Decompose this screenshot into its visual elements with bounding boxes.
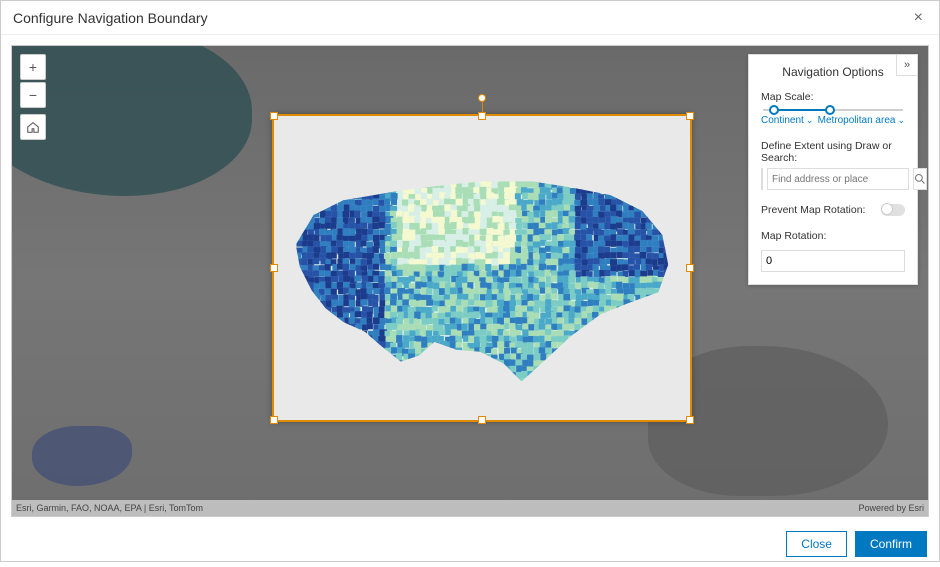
navigation-options-panel: Navigation Options Map Scale: Continent⌄…	[748, 54, 918, 285]
home-icon	[26, 120, 40, 134]
panel-collapse-button[interactable]: »	[896, 54, 918, 76]
land-shape	[11, 45, 252, 196]
chevron-down-icon: ⌄	[897, 115, 905, 125]
scale-slider-track[interactable]	[763, 109, 903, 111]
zoom-out-button[interactable]: −	[20, 82, 46, 108]
toggle-knob	[881, 203, 893, 215]
prevent-rotation-row: Prevent Map Rotation:	[761, 204, 905, 216]
panel-title: Navigation Options	[761, 65, 905, 79]
scale-max-dropdown[interactable]: Metropolitan area⌄	[818, 115, 905, 126]
choropleth-layer	[274, 116, 690, 421]
prevent-rotation-toggle[interactable]	[881, 204, 905, 216]
scale-min-dropdown[interactable]: Continent⌄	[761, 115, 813, 126]
map-rotation-input[interactable]	[761, 250, 905, 272]
draw-extent-button[interactable]	[761, 168, 763, 190]
attribution-sources: Esri, Garmin, FAO, NOAA, EPA | Esri, Tom…	[16, 503, 203, 513]
define-extent-label: Define Extent using Draw or Search:	[761, 140, 905, 164]
chevrons-right-icon: »	[904, 59, 910, 71]
confirm-button[interactable]: Confirm	[855, 531, 927, 557]
scale-min-label: Continent	[761, 115, 804, 126]
scale-labels: Continent⌄ Metropolitan area⌄	[761, 115, 905, 126]
configure-nav-boundary-dialog: Configure Navigation Boundary × + −	[0, 0, 940, 562]
extent-rectangle[interactable]	[272, 114, 692, 422]
home-button[interactable]	[20, 114, 46, 140]
search-input[interactable]	[767, 168, 909, 190]
scale-handle-min[interactable]	[769, 105, 779, 115]
search-icon	[914, 173, 926, 185]
chevron-down-icon: ⌄	[806, 115, 814, 125]
extent-search-row	[761, 168, 905, 190]
scale-handle-max[interactable]	[825, 105, 835, 115]
close-button[interactable]: Close	[786, 531, 847, 557]
map-viewport[interactable]: + −	[11, 45, 929, 517]
scale-max-label: Metropolitan area	[818, 115, 896, 126]
map-scale-label: Map Scale:	[761, 91, 905, 103]
attribution-bar: Esri, Garmin, FAO, NOAA, EPA | Esri, Tom…	[12, 500, 928, 516]
dialog-body: + −	[1, 35, 939, 523]
attribution-powered: Powered by Esri	[858, 503, 924, 513]
search-button[interactable]	[913, 168, 927, 190]
zoom-in-button[interactable]: +	[20, 54, 46, 80]
zoom-controls: + −	[20, 54, 46, 140]
close-icon[interactable]: ×	[910, 7, 927, 29]
dialog-footer: Close Confirm	[1, 523, 939, 567]
rotate-handle[interactable]	[478, 94, 486, 102]
dialog-header: Configure Navigation Boundary ×	[1, 1, 939, 35]
prevent-rotation-label: Prevent Map Rotation:	[761, 204, 865, 216]
map-rotation-label: Map Rotation:	[761, 230, 905, 242]
land-shape	[32, 426, 132, 486]
scale-slider-fill	[774, 109, 830, 111]
dialog-title: Configure Navigation Boundary	[13, 10, 208, 26]
